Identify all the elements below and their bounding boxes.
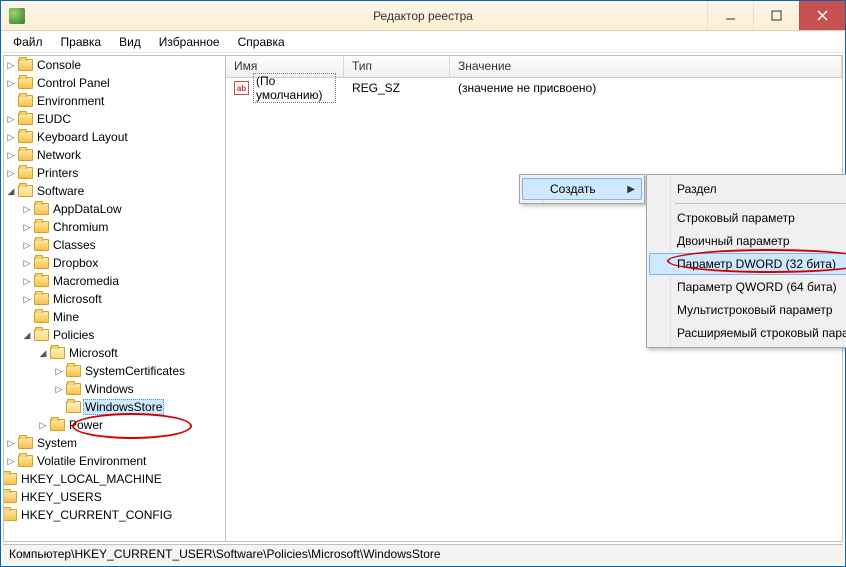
- string-value-icon: ab: [234, 81, 249, 95]
- tree-node-volatile[interactable]: ▷Volatile Environment: [4, 452, 225, 470]
- value-row-default[interactable]: ab (По умолчанию) REG_SZ (значение не пр…: [226, 78, 842, 98]
- context-submenu-create: Раздел Строковый параметр Двоичный парам…: [646, 174, 846, 348]
- ctx-create[interactable]: Создать ▶: [522, 178, 642, 200]
- tree-node-system[interactable]: ▷System: [4, 434, 225, 452]
- ctx-new-dword[interactable]: Параметр DWORD (32 бита): [649, 253, 846, 275]
- tree-node-eudc[interactable]: ▷EUDC: [4, 110, 225, 128]
- menu-favorites[interactable]: Избранное: [151, 33, 228, 51]
- tree-node-microsoft[interactable]: ▷Microsoft: [20, 290, 225, 308]
- tree-node-classes[interactable]: ▷Classes: [20, 236, 225, 254]
- regedit-icon: [9, 8, 25, 24]
- ctx-new-multistring[interactable]: Мультистроковый параметр: [649, 299, 846, 321]
- tree-node-windows[interactable]: ▷Windows: [52, 380, 225, 398]
- close-button[interactable]: [799, 1, 845, 30]
- menu-view[interactable]: Вид: [111, 33, 149, 51]
- tree-node-software[interactable]: ◢Software: [4, 182, 225, 200]
- tree-node-environment[interactable]: ▷Environment: [4, 92, 225, 110]
- col-header-value[interactable]: Значение: [450, 56, 842, 77]
- tree-node-policies-microsoft[interactable]: ◢Microsoft: [36, 344, 225, 362]
- content-area: ▷Console ▷Control Panel ▷Environment ▷EU…: [3, 55, 843, 542]
- maximize-button[interactable]: [753, 1, 799, 30]
- ctx-create-label: Создать: [550, 182, 596, 196]
- tree-pane[interactable]: ▷Console ▷Control Panel ▷Environment ▷EU…: [4, 56, 226, 541]
- tree-node-macromedia[interactable]: ▷Macromedia: [20, 272, 225, 290]
- registry-editor-window: Редактор реестра Файл Правка Вид Избранн…: [0, 0, 846, 567]
- window-controls: [707, 1, 845, 30]
- tree-node-systemcertificates[interactable]: ▷SystemCertificates: [52, 362, 225, 380]
- minimize-button[interactable]: [707, 1, 753, 30]
- value-data: (значение не присвоено): [450, 81, 604, 95]
- tree-node-keyboardlayout[interactable]: ▷Keyboard Layout: [4, 128, 225, 146]
- tree-node-hku[interactable]: ▷HKEY_USERS: [4, 488, 225, 506]
- ctx-separator: [675, 203, 846, 204]
- ctx-new-qword[interactable]: Параметр QWORD (64 бита): [649, 276, 846, 298]
- tree-node-printers[interactable]: ▷Printers: [4, 164, 225, 182]
- value-name: (По умолчанию): [253, 73, 336, 103]
- tree-node-power[interactable]: ▷Power: [36, 416, 225, 434]
- tree-node-chromium[interactable]: ▷Chromium: [20, 218, 225, 236]
- tree-node-policies[interactable]: ◢Policies: [20, 326, 225, 344]
- tree-node-dropbox[interactable]: ▷Dropbox: [20, 254, 225, 272]
- tree-node-appdatalow[interactable]: ▷AppDataLow: [20, 200, 225, 218]
- ctx-new-string[interactable]: Строковый параметр: [649, 207, 846, 229]
- tree-node-console[interactable]: ▷Console: [4, 56, 225, 74]
- value-type: REG_SZ: [344, 81, 450, 95]
- menubar: Файл Правка Вид Избранное Справка: [1, 31, 845, 53]
- tree-node-hklm[interactable]: ▷HKEY_LOCAL_MACHINE: [4, 470, 225, 488]
- tree-node-mine[interactable]: ▷Mine: [20, 308, 225, 326]
- submenu-arrow-icon: ▶: [627, 184, 635, 195]
- tree-node-windowsstore[interactable]: ▷WindowsStore: [52, 398, 225, 416]
- tree-node-network[interactable]: ▷Network: [4, 146, 225, 164]
- ctx-new-expstring[interactable]: Расширяемый строковый параметр: [649, 322, 846, 344]
- menu-help[interactable]: Справка: [230, 33, 293, 51]
- ctx-new-binary[interactable]: Двоичный параметр: [649, 230, 846, 252]
- statusbar: Компьютер\HKEY_CURRENT_USER\Software\Pol…: [3, 544, 843, 564]
- col-header-type[interactable]: Тип: [344, 56, 450, 77]
- titlebar[interactable]: Редактор реестра: [1, 1, 845, 31]
- menu-file[interactable]: Файл: [5, 33, 51, 51]
- tree-node-controlpanel[interactable]: ▷Control Panel: [4, 74, 225, 92]
- tree-node-hkcc[interactable]: ▷HKEY_CURRENT_CONFIG: [4, 506, 225, 524]
- context-menu: Создать ▶: [519, 174, 645, 204]
- menu-edit[interactable]: Правка: [53, 33, 110, 51]
- status-path: Компьютер\HKEY_CURRENT_USER\Software\Pol…: [9, 547, 441, 561]
- value-list-pane: Имя Тип Значение ab (По умолчанию) REG_S…: [226, 56, 842, 541]
- ctx-new-key[interactable]: Раздел: [649, 178, 846, 200]
